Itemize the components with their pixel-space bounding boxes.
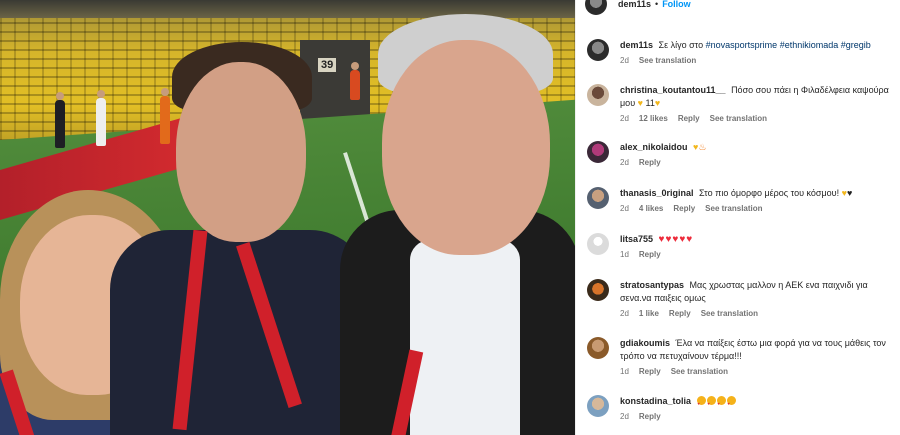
author-username[interactable]: dem11s [618,0,651,9]
red-hearts-icon: ♥♥♥♥♥ [658,234,694,245]
comment-body: Στο πιο όμορφο μέρος του κόσμου! [699,188,840,198]
profile-avatar-icon[interactable] [587,279,609,301]
comment-time: 1d [620,250,629,259]
reply-button[interactable]: Reply [639,158,661,167]
comment-text: alex_nikolaidou ♥♨ [620,141,897,154]
comment-time: 2d [620,114,629,123]
heart-eyes-emoji-icon [726,396,736,410]
comment-item: christina_koutantou11__ Πόσο σου πάει η … [587,84,897,123]
person-right-shirt [410,240,520,435]
comment-meta: 1d Reply See translation [620,367,897,376]
comment-body: Σε λίγο στο [658,40,704,50]
comment-meta: 2d 1 like Reply See translation [620,309,897,318]
person-middle-face [176,62,306,242]
comment-text: gdiakoumis Έλα να παίξεις έστω μια φορά … [620,337,897,363]
see-translation-link[interactable]: See translation [701,309,758,318]
comment-time: 2d [620,204,629,213]
black-heart-icon: ♥ [846,188,853,198]
see-translation-link[interactable]: See translation [710,114,767,123]
see-translation-link[interactable]: See translation [671,367,728,376]
comment-time: 1d [620,367,629,376]
likes-count[interactable]: 1 like [639,309,659,318]
comment-time: 2d [620,158,629,167]
hashtag-link[interactable]: #novasportsprime [706,40,778,50]
person-right-face [382,40,550,255]
see-translation-link[interactable]: See translation [705,204,762,213]
comment-username[interactable]: stratosantypas [620,280,684,290]
yellow-heart-icon: ♥ [654,98,661,108]
comments-panel: dem11s • Follow dem11s Σε λίγο στο #nova… [575,0,900,435]
comment-meta: 2d 4 likes Reply See translation [620,204,897,213]
reply-button[interactable]: Reply [639,412,661,421]
profile-avatar-icon[interactable] [587,395,609,417]
comment-text: dem11s Σε λίγο στο #novasportsprime #eth… [620,39,897,52]
profile-avatar-icon[interactable] [587,84,609,106]
background-person [55,92,65,148]
profile-avatar-icon[interactable] [587,187,609,209]
comment-time: 2d [620,56,629,65]
comment-emoji-suffix: 11 [645,98,655,108]
heart-eyes-emoji-icon [696,396,706,410]
comment-time: 2d [620,309,629,318]
reply-button[interactable]: Reply [639,367,661,376]
reply-button[interactable]: Reply [673,204,695,213]
comment-meta: 2d See translation [620,56,897,65]
comment-username[interactable]: konstadina_tolia [620,396,691,406]
background-person [350,62,360,100]
comment-username[interactable]: thanasis_0riginal [620,188,694,198]
comment-meta: 2d 12 likes Reply See translation [620,114,897,123]
comment-text: stratosantypas Μας χρωστας μαλλον η ΑΕΚ … [620,279,897,305]
comment-text: konstadina_tolia [620,395,897,410]
comment-meta: 2d Reply [620,158,897,167]
comment-item: litsa755 ♥♥♥♥♥ 1d Reply [587,233,897,259]
comment-username[interactable]: dem11s [620,40,653,50]
comment-text: thanasis_0riginal Στο πιο όμορφο μέρος τ… [620,187,897,200]
stand-section-sign: 39 [318,58,337,72]
hashtag-link[interactable]: #ethnikiomada [780,40,839,50]
comment-time: 2d [620,412,629,421]
fire-icon: ♨ [698,142,707,152]
comment-username[interactable]: litsa755 [620,234,653,244]
comment-meta: 1d Reply [620,250,897,259]
reply-button[interactable]: Reply [678,114,700,123]
post-photo[interactable]: 39 [0,0,575,435]
profile-avatar-icon[interactable] [587,39,609,61]
comment-username[interactable]: alex_nikolaidou [620,142,688,152]
likes-count[interactable]: 12 likes [639,114,668,123]
comment-text: litsa755 ♥♥♥♥♥ [620,233,897,246]
comment-item: konstadina_tolia 2d Reply [587,395,897,421]
heart-eyes-emoji-icon [716,396,726,410]
yellow-heart-icon: ♥ [637,98,643,108]
author-avatar-icon[interactable] [585,0,607,15]
reply-button[interactable]: Reply [669,309,691,318]
see-translation-link[interactable]: See translation [639,56,696,65]
comment-item: thanasis_0riginal Στο πιο όμορφο μέρος τ… [587,187,897,213]
heart-eyes-emoji-icon [706,396,716,410]
profile-avatar-icon[interactable] [587,337,609,359]
comment-item: dem11s Σε λίγο στο #novasportsprime #eth… [587,39,897,65]
reply-button[interactable]: Reply [639,250,661,259]
default-avatar-icon[interactable] [587,233,609,255]
comment-item: alex_nikolaidou ♥♨ 2d Reply [587,141,897,167]
post-header: dem11s • Follow [576,0,900,15]
comment-meta: 2d Reply [620,412,897,421]
background-person [96,90,106,146]
comment-username[interactable]: christina_koutantou11__ [620,85,726,95]
likes-count[interactable]: 4 likes [639,204,663,213]
profile-avatar-icon[interactable] [587,141,609,163]
follow-button[interactable]: Follow [662,0,691,9]
comment-item: gdiakoumis Έλα να παίξεις έστω μια φορά … [587,337,897,376]
background-person [160,88,170,144]
header-separator: • [655,0,659,9]
comment-username[interactable]: gdiakoumis [620,338,670,348]
comment-text: christina_koutantou11__ Πόσο σου πάει η … [620,84,897,110]
comment-item: stratosantypas Μας χρωστας μαλλον η ΑΕΚ … [587,279,897,318]
hashtag-link[interactable]: #gregib [841,40,871,50]
